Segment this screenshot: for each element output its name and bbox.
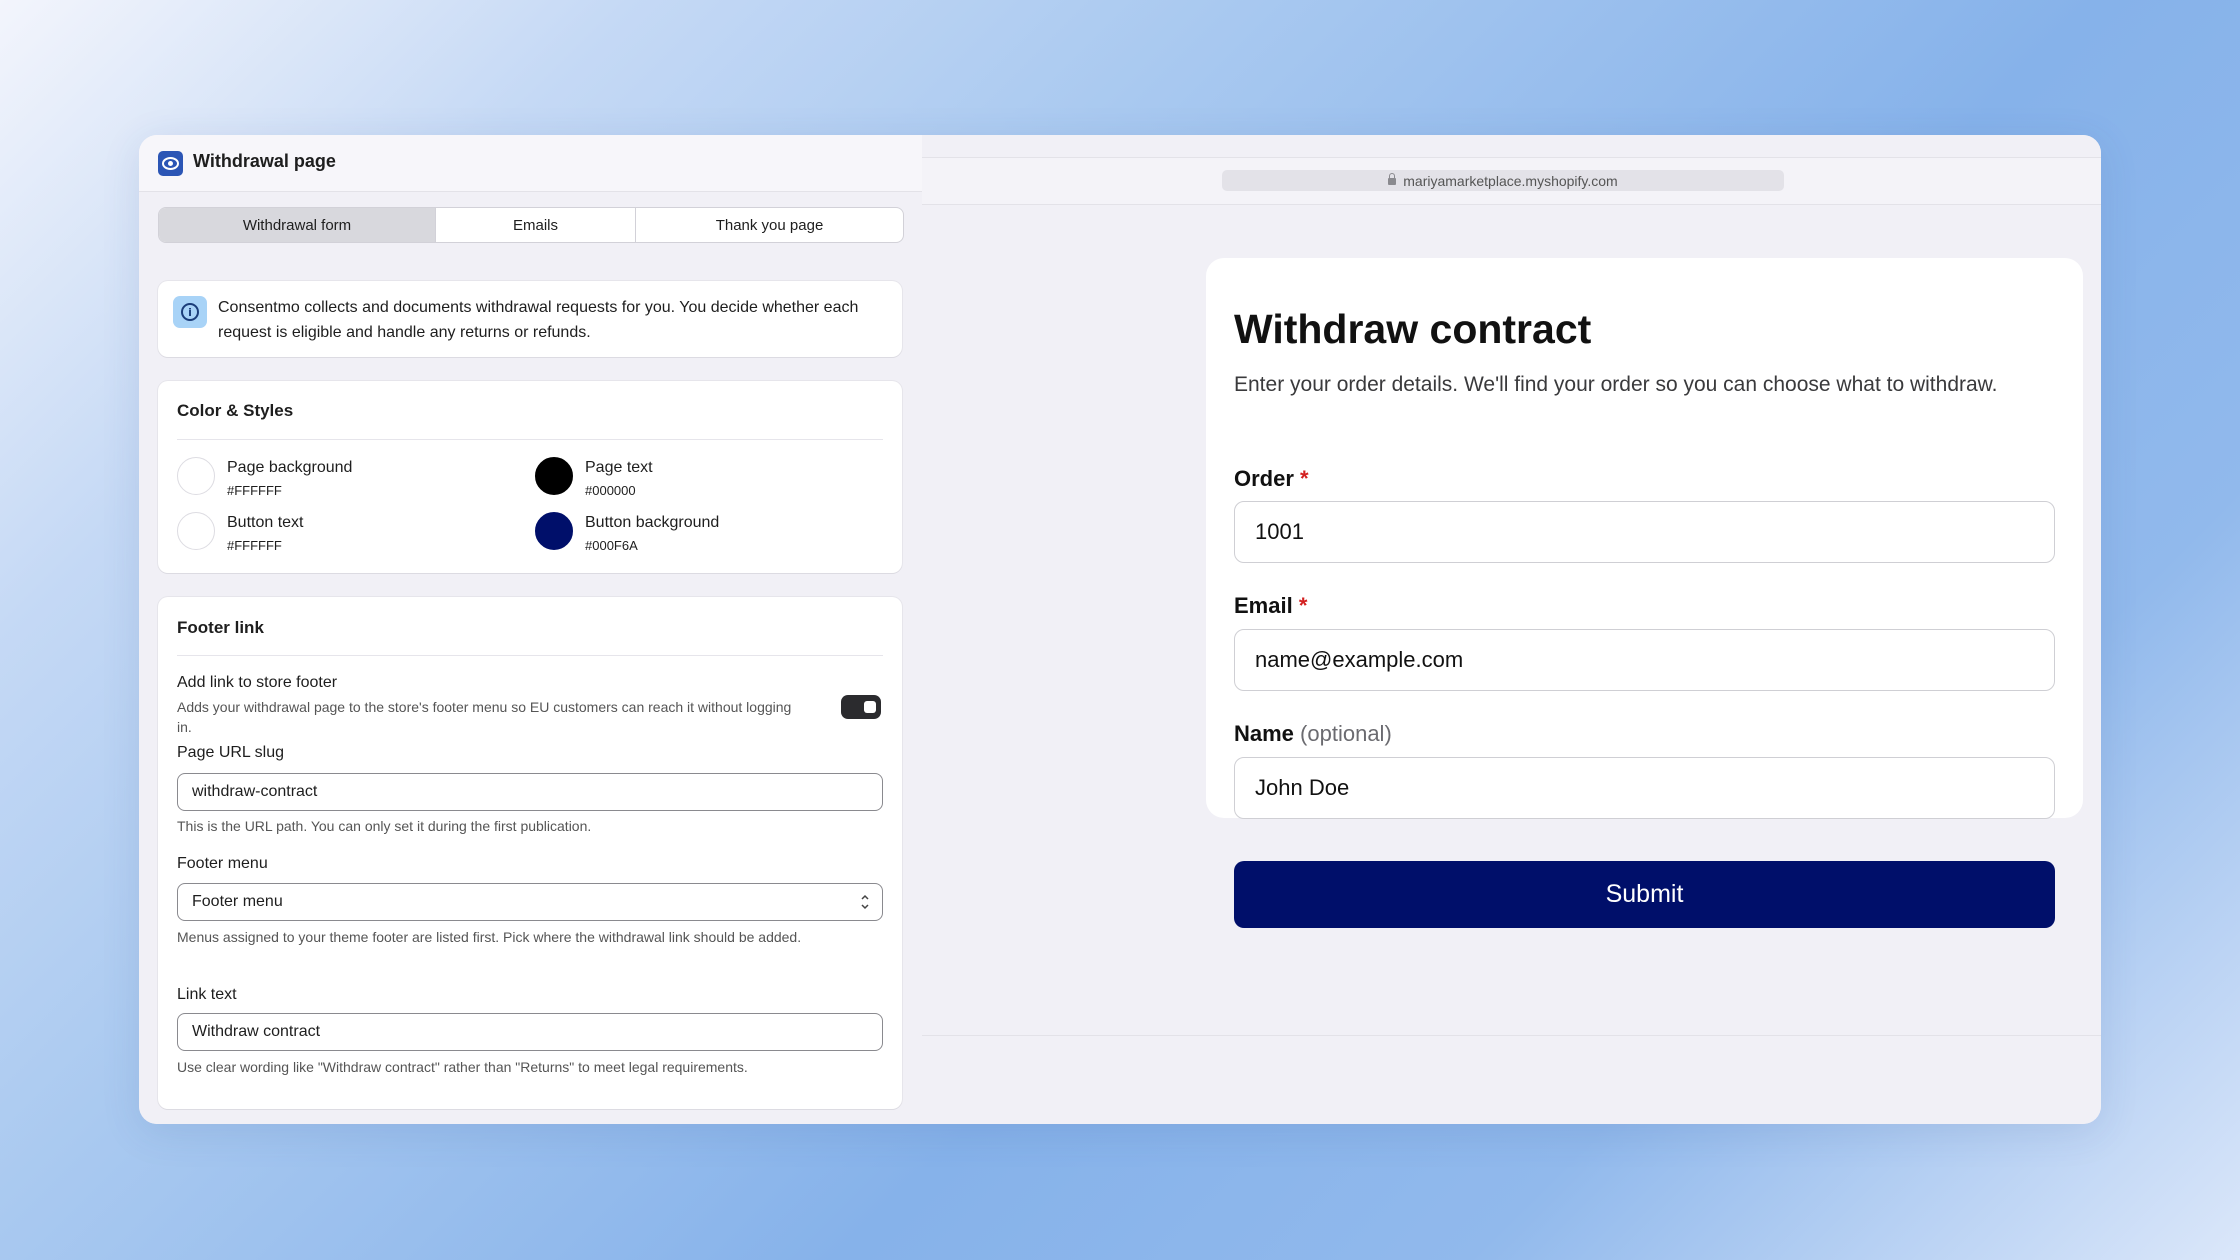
slug-help: This is the URL path. You can only set i…: [177, 818, 592, 834]
link-text-input[interactable]: Withdraw contract: [177, 1013, 883, 1051]
footer-link-card: Footer link Add link to store footer Add…: [158, 597, 902, 1109]
swatch-hex: #FFFFFF: [227, 483, 282, 498]
link-text-help: Use clear wording like "Withdraw contrac…: [177, 1059, 748, 1075]
order-input[interactable]: 1001: [1234, 501, 2055, 563]
swatch-button-text[interactable]: Button text #FFFFFF: [177, 512, 304, 553]
color-swatch[interactable]: [535, 457, 573, 495]
color-styles-card: Color & Styles Page background #FFFFFF P…: [158, 381, 902, 573]
url-text: mariyamarketplace.myshopify.com: [1403, 172, 1618, 189]
swatch-page-background[interactable]: Page background #FFFFFF: [177, 457, 352, 498]
preview-panel: mariyamarketplace.myshopify.com Withdraw…: [922, 135, 2101, 1124]
swatch-name: Page text: [585, 459, 653, 476]
menu-label: Footer menu: [177, 855, 268, 872]
color-swatch[interactable]: [177, 512, 215, 550]
optional-marker: (optional): [1300, 721, 1392, 746]
swatch-hex: #FFFFFF: [227, 538, 282, 553]
order-label: Order *: [1234, 466, 1309, 491]
color-swatch[interactable]: [535, 512, 573, 550]
swatch-name: Button background: [585, 514, 720, 531]
name-input[interactable]: John Doe: [1234, 757, 2055, 819]
slug-input[interactable]: withdraw-contract: [177, 773, 883, 811]
swatch-page-text[interactable]: Page text #000000: [535, 457, 653, 498]
swatch-hex: #000000: [585, 483, 636, 498]
menu-help: Menus assigned to your theme footer are …: [177, 929, 802, 945]
info-text: Consentmo collects and documents withdra…: [218, 299, 859, 341]
section-title: Color & Styles: [177, 401, 294, 420]
toggle-help: Adds your withdrawal page to the store's…: [177, 699, 792, 735]
withdrawal-form-card: Withdraw contract Enter your order detai…: [1206, 258, 2083, 819]
info-icon: i: [173, 296, 207, 328]
tab-withdrawal-form[interactable]: Withdrawal form: [159, 208, 436, 242]
swatch-name: Button text: [227, 514, 304, 531]
section-title: Footer link: [177, 618, 264, 637]
settings-panel: Withdrawal page Withdrawal form Emails T…: [139, 135, 922, 1124]
swatch-name: Page background: [227, 459, 353, 476]
required-marker: *: [1298, 593, 1308, 618]
email-label: Email *: [1234, 593, 1308, 618]
info-banner: i Consentmo collects and documents withd…: [158, 281, 902, 357]
divider: [922, 1035, 2101, 1036]
swatch-button-background[interactable]: Button background #000F6A: [535, 512, 719, 553]
swatch-hex: #000F6A: [585, 538, 638, 553]
divider: [177, 439, 883, 440]
form-subtitle: Enter your order details. We'll find you…: [1234, 373, 1998, 396]
toggle-label: Add link to store footer: [177, 674, 338, 691]
page-title: Withdrawal page: [193, 151, 336, 171]
footer-menu-select[interactable]: Footer menu: [177, 883, 883, 921]
tab-bar: Withdrawal form Emails Thank you page: [158, 207, 904, 243]
footer-link-toggle[interactable]: [841, 695, 881, 719]
name-label: Name (optional): [1234, 721, 1392, 746]
select-chevron-icon: [861, 894, 869, 910]
browser-bar: mariyamarketplace.myshopify.com: [922, 157, 2101, 205]
app-logo-icon: [158, 151, 183, 176]
email-input[interactable]: name@example.com: [1234, 629, 2055, 691]
tab-thank-you-page[interactable]: Thank you page: [636, 208, 903, 242]
lock-icon: [1388, 173, 1397, 185]
panel-header: Withdrawal page: [139, 135, 922, 192]
link-text-label: Link text: [177, 986, 237, 1003]
select-value: Footer menu: [192, 893, 283, 910]
color-swatch[interactable]: [177, 457, 215, 495]
form-title: Withdraw contract: [1234, 306, 1592, 352]
slug-label: Page URL slug: [177, 744, 285, 761]
divider: [177, 655, 883, 656]
app-window: Withdrawal page Withdrawal form Emails T…: [139, 135, 2101, 1124]
submit-button[interactable]: Submit: [1234, 861, 2055, 928]
required-marker: *: [1300, 466, 1309, 491]
url-bar: mariyamarketplace.myshopify.com: [1222, 170, 1784, 191]
tab-emails[interactable]: Emails: [436, 208, 636, 242]
